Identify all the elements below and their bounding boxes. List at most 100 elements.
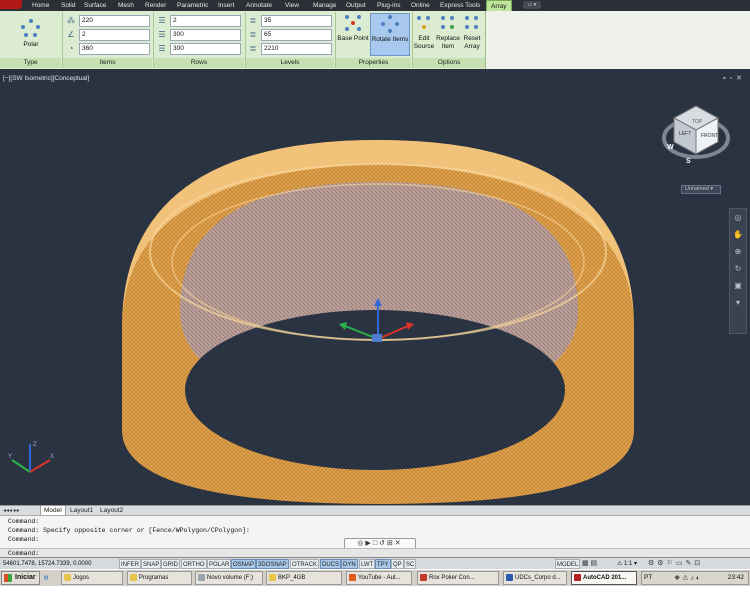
levels-total-icon: ≣ bbox=[249, 44, 257, 53]
command-history-line: Command: Specify opposite corner or [Fen… bbox=[8, 527, 250, 534]
items-count-field[interactable]: 220 bbox=[79, 15, 150, 27]
steering-wheel-icon[interactable]: ◎ bbox=[730, 209, 746, 226]
model-space-button[interactable]: MODEL bbox=[555, 559, 581, 569]
taskbar-item-novo-volume[interactable]: Novo volume (F:) bbox=[195, 571, 263, 585]
language-indicator[interactable]: PT bbox=[644, 574, 652, 581]
viewport-controls-label[interactable]: [−][SW Isometric][Conceptual] bbox=[3, 75, 89, 82]
tab-solid[interactable]: Solid bbox=[61, 0, 75, 11]
toggle-ducs[interactable]: DUCS bbox=[320, 559, 342, 569]
viewcube-left-label: LEFT bbox=[679, 131, 692, 137]
quick-launch-ie-icon[interactable]: e bbox=[44, 573, 48, 582]
taskbar-item-word-doc[interactable]: UDCs_Corpo d... bbox=[503, 571, 567, 585]
panel-title-properties: Properties bbox=[336, 58, 411, 68]
nav-bar-menu-icon[interactable]: ▾ bbox=[730, 294, 746, 311]
start-label: Iniciar bbox=[15, 574, 36, 581]
taskbar-item-bkp[interactable]: BKP_4GB bbox=[266, 571, 342, 585]
status-tray-icons[interactable]: ⚙⚙⚐▭✎⊡ bbox=[648, 559, 703, 569]
tab-manage[interactable]: Manage bbox=[313, 0, 337, 11]
edit-source-icon bbox=[414, 13, 434, 33]
tab-home[interactable]: Home bbox=[32, 0, 49, 11]
tab-parametric[interactable]: Parametric bbox=[177, 0, 208, 11]
replace-item-button[interactable]: Replace Item bbox=[436, 13, 460, 56]
rows-count-field[interactable]: 2 bbox=[170, 15, 241, 27]
panel-title-items: Items bbox=[63, 58, 152, 68]
base-point-button[interactable]: Base Point bbox=[337, 13, 369, 56]
tab-annotate[interactable]: Annotate bbox=[246, 0, 272, 11]
ribbon-minimize-icon[interactable]: ▭ ▾ bbox=[523, 1, 541, 9]
array-contextual-panels: Polar Type ⁂ 220 ∠ 2 ◔ 360 Items ☰ 2 ☰ 3… bbox=[0, 11, 486, 69]
toggle-lwt[interactable]: LWT bbox=[359, 559, 376, 569]
tab-array[interactable]: Array bbox=[486, 0, 512, 11]
folder-icon bbox=[130, 574, 137, 581]
tab-online[interactable]: Online bbox=[411, 0, 430, 11]
toggle-dyn[interactable]: DYN bbox=[341, 559, 358, 569]
toggle-snap[interactable]: SNAP bbox=[141, 559, 162, 569]
viewport-window-buttons[interactable]: ▪▫✕ bbox=[723, 74, 746, 82]
autocad-icon bbox=[574, 574, 581, 581]
taskbar-item-programas[interactable]: Programas bbox=[127, 571, 192, 585]
edit-source-label-1: Edit bbox=[418, 35, 430, 42]
pan-icon[interactable]: ✋ bbox=[730, 226, 746, 243]
showmotion-icon[interactable]: ▣ bbox=[730, 277, 746, 294]
rotate-items-button[interactable]: Rotate Items bbox=[370, 13, 410, 56]
reset-array-button[interactable]: Reset Array bbox=[461, 13, 483, 56]
panel-title-options: Options bbox=[413, 58, 485, 68]
viewcube-front-label: FRONT bbox=[701, 133, 719, 139]
tab-render[interactable]: Render bbox=[145, 0, 166, 11]
panel-title-rows: Rows bbox=[154, 58, 244, 68]
taskbar-item-autocad[interactable]: AutoCAD 201... bbox=[571, 571, 637, 585]
drawing-viewport[interactable]: Z Y X TOP LEFT FRONT W S Unnamed ▾ [−][S… bbox=[0, 72, 750, 504]
rows-count-icon: ☰ bbox=[158, 16, 166, 25]
rotate-items-label: Rotate Items bbox=[371, 36, 409, 43]
quick-view-icons[interactable]: ▦ ▤ bbox=[582, 559, 597, 569]
tab-output[interactable]: Output bbox=[346, 0, 366, 11]
taskbar-item-jogos[interactable]: Jogos bbox=[61, 571, 123, 585]
taskbar-item-rox-poker[interactable]: Rox Poker Con... bbox=[417, 571, 499, 585]
ucs-menu[interactable]: Unnamed ▾ bbox=[681, 185, 721, 194]
toggle-sc[interactable]: SC bbox=[404, 559, 417, 569]
toggle-polar[interactable]: POLAR bbox=[207, 559, 232, 569]
levels-total-field[interactable]: 2210 bbox=[261, 43, 332, 55]
command-line-input[interactable]: Command: bbox=[0, 548, 750, 557]
levels-count-field[interactable]: 35 bbox=[261, 15, 332, 27]
tab-mesh[interactable]: Mesh bbox=[118, 0, 134, 11]
zoom-icon[interactable]: ⊕ bbox=[730, 243, 746, 260]
tab-view[interactable]: View bbox=[285, 0, 299, 11]
rows-total-field[interactable]: 300 bbox=[170, 43, 241, 55]
toggle-ortho[interactable]: ORTHO bbox=[181, 559, 207, 569]
tab-express-tools[interactable]: Express Tools bbox=[440, 0, 480, 11]
toggle-qp[interactable]: QP bbox=[391, 559, 404, 569]
toggle-tpy[interactable]: TPY bbox=[375, 559, 391, 569]
layout-tab-bar: ◂◂◂ ▸▸ Model Layout1 Layout2 bbox=[0, 505, 750, 516]
levels-count-icon: ≣ bbox=[249, 16, 257, 25]
rows-between-field[interactable]: 300 bbox=[170, 29, 241, 41]
model-canvas: Z Y X bbox=[8, 105, 730, 504]
navigation-bar[interactable]: ◎ ✋ ⊕ ↻ ▣ ▾ bbox=[729, 208, 747, 334]
compass-south-label: S bbox=[686, 158, 691, 165]
start-button[interactable]: Iniciar bbox=[1, 571, 40, 585]
tab-surface[interactable]: Surface bbox=[84, 0, 106, 11]
orbit-icon[interactable]: ↻ bbox=[730, 260, 746, 277]
toggle-grid[interactable]: GRID bbox=[161, 559, 180, 569]
screen-bottom-margin bbox=[0, 586, 750, 600]
base-point-icon bbox=[343, 13, 363, 33]
toggle-infer[interactable]: INFER bbox=[119, 559, 141, 569]
ribbon-panel-area: Polar Type ⁂ 220 ∠ 2 ◔ 360 Items ☰ 2 ☰ 3… bbox=[0, 11, 750, 69]
annotation-scale[interactable]: ⚠ 1:1 ▾ bbox=[617, 559, 637, 569]
tab-insert[interactable]: Insert bbox=[218, 0, 234, 11]
clock[interactable]: 23:42 bbox=[728, 574, 744, 581]
angle-between-field[interactable]: 2 bbox=[79, 29, 150, 41]
edit-source-button[interactable]: Edit Source bbox=[413, 13, 435, 56]
tab-plugins[interactable]: Plug-ins bbox=[377, 0, 400, 11]
application-menu-button[interactable] bbox=[0, 0, 22, 9]
polar-type-button[interactable]: Polar bbox=[14, 19, 48, 62]
toggle-osnap[interactable]: OSNAP bbox=[231, 559, 257, 569]
toggle-otrack[interactable]: OTRACK bbox=[290, 559, 320, 569]
levels-between-field[interactable]: 65 bbox=[261, 29, 332, 41]
base-point-label: Base Point bbox=[337, 35, 369, 42]
taskbar-item-youtube[interactable]: YouTube - Aut... bbox=[346, 571, 412, 585]
tray-icons[interactable]: ❖⚠♪◐ bbox=[674, 574, 702, 582]
toggle-3dosnap[interactable]: 3DOSNAP bbox=[256, 559, 289, 569]
fill-angle-field[interactable]: 360 bbox=[79, 43, 150, 55]
cursor-coordinates[interactable]: 54601.7478, 15724.7339, 0.0000 bbox=[3, 559, 91, 569]
